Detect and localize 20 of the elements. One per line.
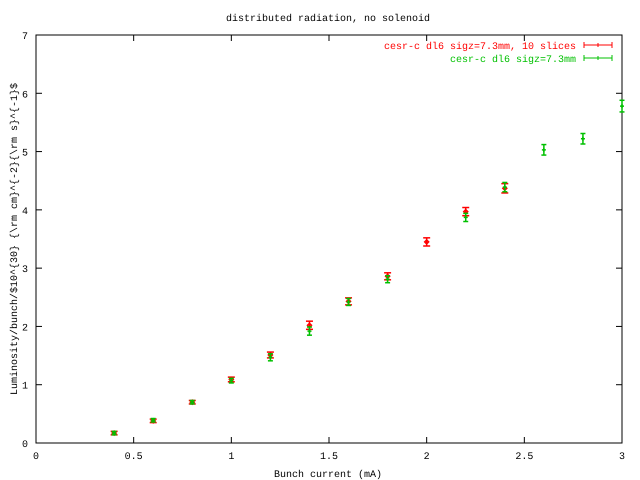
- x-tick-label: 1: [228, 452, 234, 463]
- y-tick-label: 5: [22, 148, 28, 160]
- y-tick-label: 1: [22, 382, 28, 393]
- y-tick-label: 6: [22, 90, 28, 102]
- x-tick-label: 1.5: [320, 452, 338, 463]
- y-tick-label: 0: [22, 440, 28, 451]
- x-tick-label: 0: [33, 452, 39, 463]
- y-tick-label: 7: [22, 32, 28, 43]
- y-tick-label: 4: [22, 206, 28, 218]
- x-tick-label: 2: [424, 452, 430, 463]
- legend-label: cesr-c dl6 sigz=7.3mm, 10 slices: [384, 42, 576, 53]
- x-tick-label: 2.5: [515, 452, 534, 463]
- chart-title: distributed radiation, no solenoid: [226, 14, 430, 25]
- x-tick-label: 0.5: [124, 452, 143, 463]
- y-tick-label: 2: [22, 323, 28, 334]
- x-axis-label: Bunch current (mA): [274, 470, 382, 480]
- y-axis-label: Luminosity/bunch/$10^{30} {\rm cm}^{-2}{\rm s}^{-1}$: [10, 82, 21, 396]
- x-tick-label: 3: [619, 452, 625, 463]
- y-tick-label: 3: [22, 265, 28, 276]
- legend-label: cesr-c dl6 sigz=7.3mm: [450, 55, 576, 66]
